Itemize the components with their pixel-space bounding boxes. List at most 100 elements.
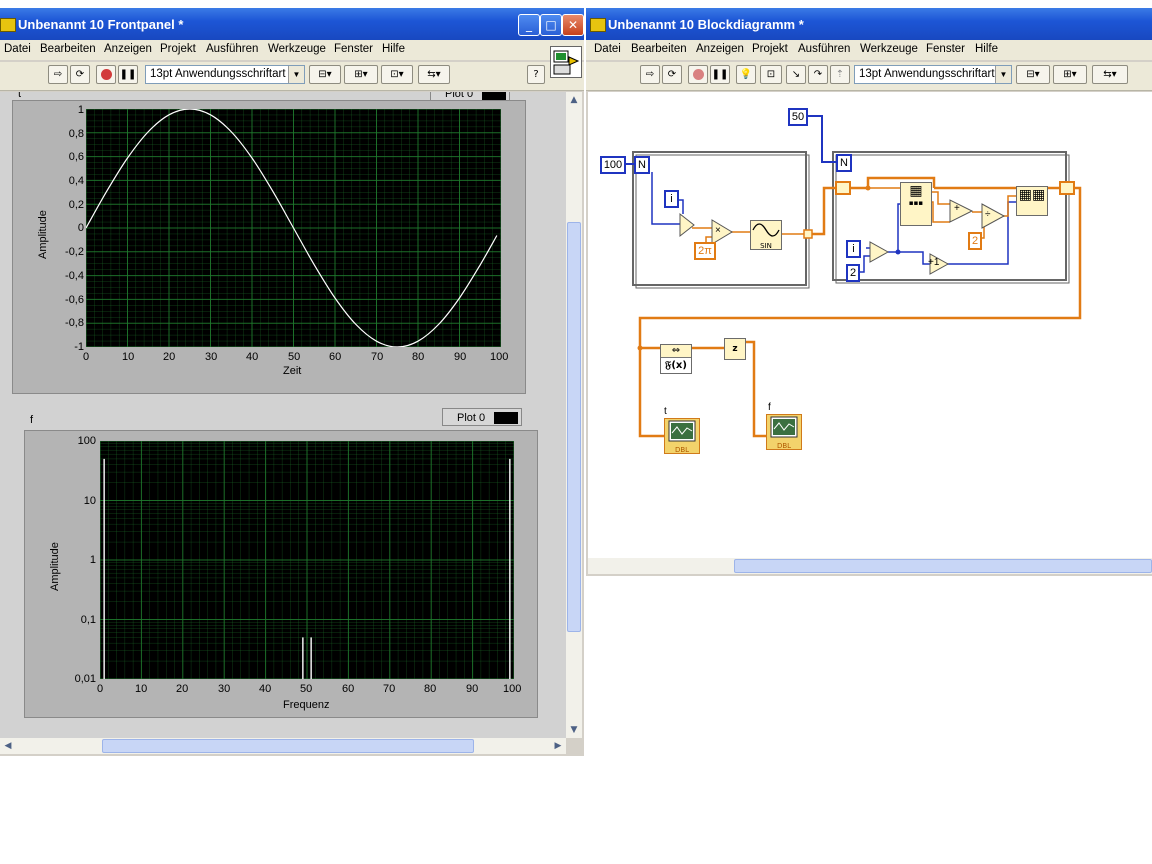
xtick: 70	[383, 683, 396, 695]
distribute-icon[interactable]: ⊞▾	[344, 65, 378, 84]
menu-anzeigen[interactable]: Anzeigen	[104, 43, 152, 55]
menu-bearbeiten[interactable]: Bearbeiten	[631, 43, 687, 55]
reorder-icon[interactable]: ⇆▾	[418, 65, 450, 84]
frontpanel-menubar: Datei Bearbeiten Anzeigen Projekt Ausfüh…	[0, 40, 584, 60]
sine-waveform-node[interactable]: SIN	[750, 220, 782, 250]
scroll-up-icon[interactable]: ▲	[566, 92, 582, 108]
diagram-canvas[interactable]: 100 N 50 N i 2π i 2 2 × ÷ + +1 SIN ▦ ▪▪▪ …	[588, 92, 1152, 558]
vscroll-thumb[interactable]	[567, 222, 581, 632]
chevron-down-icon: ▼	[995, 66, 1011, 83]
step-into-icon[interactable]: ↘	[786, 65, 806, 84]
menu-fenster[interactable]: Fenster	[334, 43, 373, 55]
reorder-icon[interactable]: ⇆▾	[1092, 65, 1128, 84]
chevron-down-icon: ▼	[288, 66, 304, 83]
dbl-t-label: DBL	[674, 446, 690, 454]
scroll-left-icon[interactable]: ◀	[0, 738, 16, 754]
graph-t[interactable]: 1 0,8 0,6 0,4 0,2 0 -0,2 -0,4 -0,6 -0,8 …	[12, 100, 526, 394]
menu-ausfuehren[interactable]: Ausführen	[798, 43, 850, 55]
maximize-button[interactable]: □	[540, 14, 562, 36]
sine-label: SIN	[760, 242, 772, 250]
font-select-value: 13pt Anwendungsschriftart	[150, 68, 286, 80]
xtick: 40	[246, 351, 259, 363]
menu-projekt[interactable]: Projekt	[160, 43, 196, 55]
xtick: 50	[288, 351, 301, 363]
run-arrow-icon[interactable]: ⇨	[640, 65, 660, 84]
menu-ausfuehren[interactable]: Ausführen	[206, 43, 258, 55]
constant-2[interactable]: 2	[846, 264, 860, 282]
resize-icon[interactable]: ⊡▾	[381, 65, 413, 84]
xtick: 80	[424, 683, 437, 695]
constant-2-divisor[interactable]: 2	[968, 232, 982, 250]
fft-label: 𝔉(x)	[665, 360, 687, 371]
retain-wire-values-icon[interactable]: ⊡	[760, 65, 782, 84]
loop-count-n1[interactable]: N	[634, 156, 650, 174]
menu-datei[interactable]: Datei	[594, 43, 621, 55]
menu-fenster[interactable]: Fenster	[926, 43, 965, 55]
hscroll-thumb[interactable]	[734, 559, 1152, 573]
menu-datei[interactable]: Datei	[4, 43, 31, 55]
blockdiagram-titlebar[interactable]: Unbenannt 10 Blockdiagramm *	[586, 8, 1152, 40]
minimize-button[interactable]: _	[518, 14, 540, 36]
menu-werkzeuge[interactable]: Werkzeuge	[860, 43, 918, 55]
pause-icon[interactable]: ❚❚	[710, 65, 730, 84]
font-select[interactable]: 13pt Anwendungsschriftart ▼	[145, 65, 305, 84]
frontpanel-hscrollbar[interactable]: ◀ ▶	[0, 738, 566, 754]
step-out-icon[interactable]: ⇡	[830, 65, 850, 84]
abort-icon[interactable]	[688, 65, 708, 84]
graph-t-plotarea[interactable]	[86, 109, 501, 347]
graph-f-terminal[interactable]: DBL	[766, 414, 802, 450]
menu-projekt[interactable]: Projekt	[752, 43, 788, 55]
run-continuous-icon[interactable]: ⟳	[70, 65, 90, 84]
graph-f-label: f	[30, 414, 34, 426]
menu-anzeigen[interactable]: Anzeigen	[696, 43, 744, 55]
frontpanel-title: Unbenannt 10 Frontpanel *	[18, 17, 184, 32]
pause-icon[interactable]: ❚❚	[118, 65, 138, 84]
increment-label: +1	[928, 257, 940, 268]
close-button[interactable]: ✕	[562, 14, 584, 36]
blockdiagram-menubar: Datei Bearbeiten Anzeigen Projekt Ausfüh…	[586, 40, 1152, 60]
graph-f-legend[interactable]: Plot 0	[442, 408, 522, 426]
menu-bearbeiten[interactable]: Bearbeiten	[40, 43, 96, 55]
scroll-right-icon[interactable]: ▶	[550, 738, 566, 754]
xtick: 10	[135, 683, 148, 695]
graph-f-plotarea[interactable]	[100, 441, 514, 679]
xtick: 10	[122, 351, 135, 363]
scroll-down-icon[interactable]: ▼	[566, 722, 582, 738]
constant-two-pi[interactable]: 2π	[694, 242, 716, 260]
hscroll-thumb[interactable]	[102, 739, 474, 753]
index-array-node[interactable]: ▦ ▪▪▪	[900, 182, 932, 226]
menu-hilfe[interactable]: Hilfe	[382, 43, 405, 55]
run-continuous-icon[interactable]: ⟳	[662, 65, 682, 84]
graph-t-label: t	[18, 92, 22, 100]
run-arrow-icon[interactable]: ⇨	[48, 65, 68, 84]
ytick: -0,4	[65, 270, 84, 282]
build-array-node[interactable]: ▦▦	[1016, 186, 1048, 216]
graph-t-terminal[interactable]: DBL	[664, 418, 700, 454]
xtick: 50	[300, 683, 313, 695]
menu-hilfe[interactable]: Hilfe	[975, 43, 998, 55]
abort-icon[interactable]	[96, 65, 116, 84]
font-select[interactable]: 13pt Anwendungsschriftart ▼	[854, 65, 1012, 84]
frontpanel-vscrollbar[interactable]: ▲ ▼	[566, 92, 582, 738]
highlight-execution-icon[interactable]: 💡	[736, 65, 756, 84]
dbl-f-label: DBL	[776, 442, 792, 450]
graph-t-xlabel: Zeit	[283, 365, 302, 377]
blockdiagram-hscrollbar[interactable]	[588, 558, 1152, 574]
xtick: 80	[412, 351, 425, 363]
complex-to-polar-node[interactable]: z	[724, 338, 746, 360]
frontpanel-titlebar[interactable]: Unbenannt 10 Frontpanel * _ □ ✕	[0, 8, 584, 40]
frontpanel-window: Unbenannt 10 Frontpanel * _ □ ✕ Datei Be…	[0, 8, 584, 756]
ytick: 0,2	[68, 199, 84, 211]
step-over-icon[interactable]: ↷	[808, 65, 828, 84]
align-icon[interactable]: ⊟▾	[1016, 65, 1050, 84]
xtick: 90	[454, 351, 467, 363]
constant-100[interactable]: 100	[600, 156, 626, 174]
fft-node[interactable]: ⇔ 𝔉(x)	[660, 344, 692, 374]
menu-werkzeuge[interactable]: Werkzeuge	[268, 43, 326, 55]
graph-f[interactable]: 100 10 1 0,1 0,01 0 10 20 30 40 50 60 70…	[24, 430, 538, 718]
align-icon[interactable]: ⊟▾	[309, 65, 341, 84]
distribute-icon[interactable]: ⊞▾	[1053, 65, 1087, 84]
constant-50[interactable]: 50	[788, 108, 808, 126]
loop-count-n2[interactable]: N	[836, 154, 852, 172]
help-icon[interactable]: ?	[527, 65, 545, 84]
